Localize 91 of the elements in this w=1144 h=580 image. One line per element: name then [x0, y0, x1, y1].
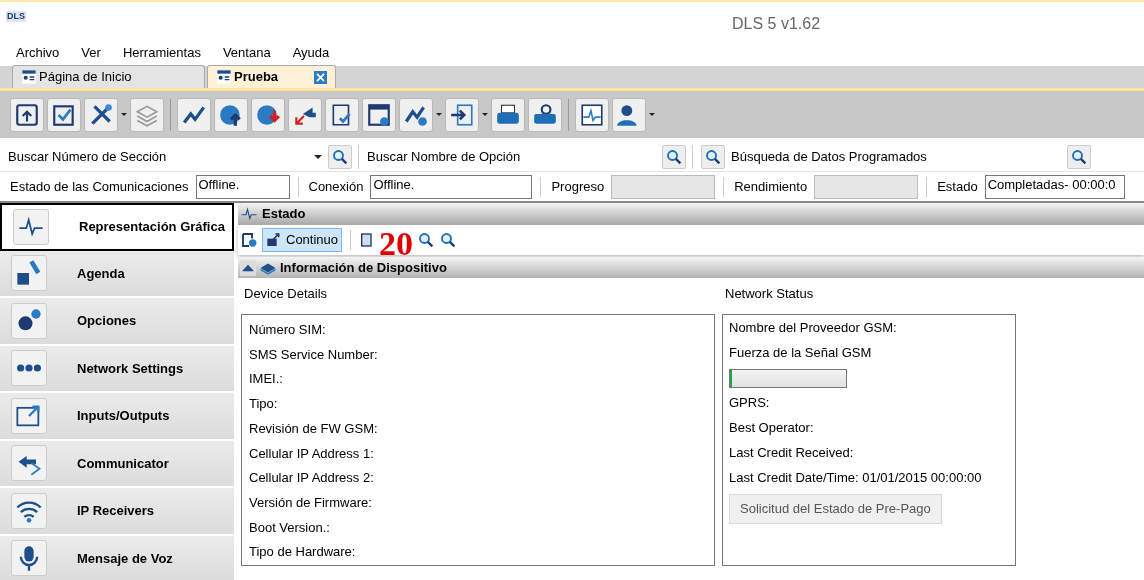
- field-label: Fuerza de la Señal GSM: [729, 344, 873, 362]
- heartbeat-icon: [579, 101, 605, 128]
- field-label: Versión de Firmware:: [249, 493, 373, 512]
- sidebar-item[interactable]: Agenda: [0, 250, 234, 298]
- field-label: GPRS:: [729, 394, 771, 412]
- status-label: Progreso: [550, 177, 606, 196]
- tools-icon: [88, 101, 114, 128]
- toolbar-button[interactable]: [491, 97, 525, 132]
- panel-title: Estado: [262, 205, 306, 224]
- import-icon: [449, 101, 475, 128]
- menu-item[interactable]: Ventana: [222, 43, 271, 63]
- field-label: Tipo:: [249, 395, 279, 414]
- status-label: Estado de las Comunicaciones: [9, 177, 190, 196]
- search-label: Buscar Número de Sección: [8, 147, 168, 166]
- caret-icon: [121, 113, 127, 116]
- search-button[interactable]: [1067, 144, 1091, 169]
- window-title: DLS 5 v1.62: [732, 14, 821, 34]
- toolbar-button[interactable]: [362, 97, 396, 132]
- field-label: Nombre del Proveedor GSM:: [729, 319, 898, 337]
- status-field: Offline.: [370, 174, 533, 199]
- field-label: Boot Version.:: [249, 518, 331, 537]
- field-label: Last Credit Date/Time: 01/01/2015 00:00:00: [729, 469, 983, 487]
- collapse-icon: [240, 259, 256, 276]
- sidebar-item[interactable]: Opciones: [0, 298, 234, 346]
- tab[interactable]: Prueba: [207, 65, 336, 88]
- document-icon: [216, 69, 232, 85]
- document-icon: [21, 69, 37, 85]
- zoom-out-icon: [439, 231, 458, 249]
- search-icon: [1070, 147, 1088, 166]
- field-label: Número SIM:: [249, 321, 327, 339]
- export-icon: [266, 232, 282, 248]
- sidebar-item[interactable]: Mensaje de Voz: [0, 535, 234, 580]
- sidebar-item[interactable]: Communicator: [0, 440, 234, 488]
- callout-number: 20: [379, 229, 414, 259]
- search-button[interactable]: [701, 144, 725, 169]
- status-label: Estado: [936, 177, 979, 196]
- zoom-in-icon: [417, 231, 436, 249]
- search-button[interactable]: [662, 144, 686, 169]
- caret-icon: [649, 113, 655, 116]
- toolbar-button[interactable]: [612, 97, 646, 132]
- sidebar-item[interactable]: Representación Gráfica: [0, 203, 234, 251]
- status-field: Offline.: [195, 174, 290, 199]
- search-label: Búsqueda de Datos Programados: [731, 147, 928, 166]
- caret-icon: [482, 113, 488, 116]
- menu-item[interactable]: Archivo: [16, 43, 60, 63]
- sidebar-item[interactable]: Inputs/Outputs: [0, 393, 234, 441]
- group-title: Network Status: [724, 285, 815, 303]
- toolbar-button[interactable]: [288, 97, 322, 132]
- field-label: Revisión de FW GSM:: [249, 419, 379, 438]
- sidebar-item[interactable]: Network Settings: [0, 345, 234, 393]
- toolbar-button[interactable]: [251, 97, 285, 132]
- status-label: Conexión: [307, 177, 365, 196]
- tab[interactable]: Página de Inicio: [12, 65, 205, 88]
- menu-item[interactable]: Ver: [81, 43, 101, 63]
- dots-icon: [17, 364, 41, 373]
- toolbar-button[interactable]: [325, 97, 359, 132]
- menu-item[interactable]: Herramientas: [122, 43, 201, 63]
- section-title: Información de Dispositivo: [280, 258, 447, 277]
- search-icon: [331, 147, 349, 166]
- toolbar-button[interactable]: [214, 97, 248, 132]
- toolbar-button[interactable]: [177, 97, 211, 132]
- search-label: Buscar Nombre de Opción: [367, 147, 522, 166]
- heartbeat-icon: [240, 205, 258, 223]
- toolbar-button[interactable]: [84, 97, 118, 132]
- status-field: Completadas- 00:00:0: [984, 174, 1125, 199]
- field-label: Cellular IP Address 1:: [249, 444, 375, 463]
- toolbar-button[interactable]: [445, 97, 479, 132]
- toolbar-button[interactable]: [528, 97, 562, 132]
- floppy-icon: [14, 101, 40, 128]
- field-label: SMS Service Number:: [249, 345, 379, 364]
- search-icon: [665, 147, 683, 166]
- app-logo: DLS: [6, 11, 26, 22]
- close-icon[interactable]: [314, 70, 327, 84]
- sidebar-item[interactable]: IP Receivers: [0, 488, 234, 536]
- search-button[interactable]: [328, 144, 352, 169]
- continuous-button[interactable]: Continuo: [262, 228, 343, 252]
- field-label: Best Operator:: [729, 419, 815, 437]
- prepaid-status-button[interactable]: Solicitud del Estado de Pre-Pago: [729, 494, 942, 524]
- status-label: Rendimiento: [733, 177, 809, 196]
- toolbar-button[interactable]: [10, 97, 44, 132]
- toolbar-button[interactable]: [399, 97, 433, 132]
- menu-item[interactable]: Ayuda: [292, 43, 330, 63]
- field-label: Tipo de Hardware:: [249, 543, 357, 562]
- field-label: IMEI.:: [249, 370, 284, 389]
- group-title: Device Details: [243, 285, 329, 303]
- caret-icon: [436, 113, 442, 116]
- search-icon: [704, 147, 722, 166]
- toolbar-button[interactable]: [575, 97, 609, 132]
- field-label: Cellular IP Address 2:: [249, 469, 375, 488]
- toolbar-button[interactable]: [47, 97, 81, 132]
- field-label: Last Credit Received:: [729, 444, 855, 462]
